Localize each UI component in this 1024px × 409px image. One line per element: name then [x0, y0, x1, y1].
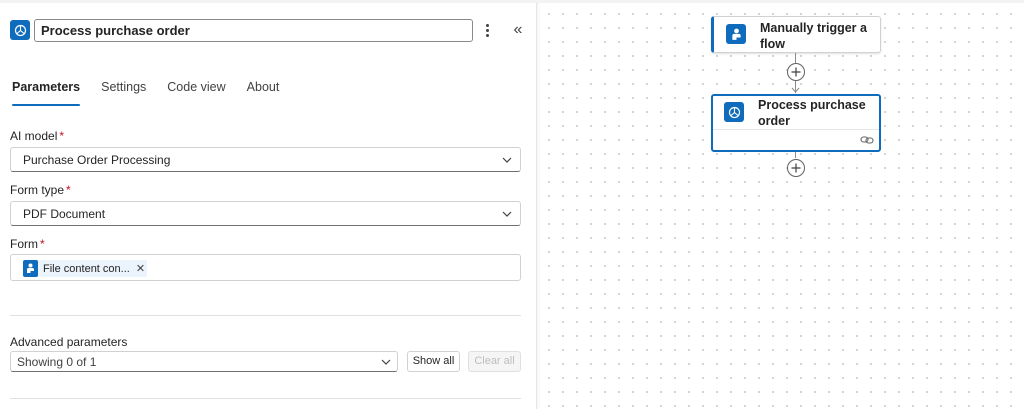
advanced-parameters-dropdown[interactable]: Showing 0 of 1 — [10, 351, 398, 372]
plus-icon — [791, 163, 801, 173]
add-step-button[interactable] — [787, 159, 805, 177]
advanced-parameters-value: Showing 0 of 1 — [17, 355, 97, 369]
chevron-down-icon — [502, 157, 512, 163]
form-label: Form * — [10, 237, 45, 251]
person-trigger-icon — [726, 24, 746, 44]
arrow-down-icon — [791, 87, 800, 93]
action-config-panel: Process purchase order « Parameters Sett… — [0, 0, 537, 409]
tab-parameters[interactable]: Parameters — [12, 80, 81, 106]
link-icon[interactable] — [860, 134, 874, 146]
file-content-token[interactable]: File content con... ✕ — [23, 260, 147, 277]
action-title-input[interactable]: Process purchase order — [34, 19, 473, 42]
trigger-node-title: Manually trigger a flow — [760, 21, 867, 51]
tab-settings[interactable]: Settings — [101, 80, 146, 106]
connector-line — [795, 53, 796, 63]
person-trigger-icon — [23, 260, 38, 277]
token-label: File content con... — [43, 262, 130, 275]
ai-model-label: AI model * — [10, 129, 65, 143]
required-asterisk: * — [40, 237, 45, 251]
ai-builder-icon — [724, 102, 744, 122]
flow-canvas[interactable] — [537, 3, 1024, 409]
chevron-down-icon — [502, 211, 512, 217]
plus-icon — [791, 67, 801, 77]
tab-code-view[interactable]: Code view — [167, 80, 225, 106]
more-options-icon[interactable] — [480, 20, 494, 40]
remove-token-icon[interactable]: ✕ — [136, 262, 145, 275]
show-all-button[interactable]: Show all — [407, 351, 460, 372]
trigger-node[interactable]: Manually trigger a flow — [711, 16, 881, 53]
clear-all-button[interactable]: Clear all — [468, 351, 521, 372]
required-asterisk: * — [59, 129, 65, 143]
process-purchase-order-node[interactable]: Process purchase order — [711, 94, 881, 152]
collapse-panel-icon[interactable]: « — [510, 19, 526, 41]
form-type-dropdown[interactable]: PDF Document — [10, 201, 521, 226]
section-divider — [10, 398, 521, 399]
connector-line — [795, 152, 796, 158]
tab-about[interactable]: About — [247, 80, 280, 106]
panel-tabs: Parameters Settings Code view About — [12, 80, 300, 106]
ai-builder-icon — [10, 20, 30, 40]
add-step-button[interactable] — [787, 63, 805, 81]
action-node-title: Process purchase order — [758, 98, 866, 128]
window-top-border — [0, 0, 1024, 3]
node-footer — [713, 129, 879, 150]
required-asterisk: * — [66, 183, 71, 197]
chevron-down-icon — [381, 359, 391, 365]
ai-model-dropdown[interactable]: Purchase Order Processing — [10, 147, 521, 172]
ai-model-value: Purchase Order Processing — [23, 153, 171, 167]
form-input[interactable]: File content con... ✕ — [10, 254, 521, 281]
form-type-value: PDF Document — [23, 207, 106, 221]
section-divider — [10, 315, 521, 316]
form-type-label: Form type * — [10, 183, 71, 197]
advanced-parameters-label: Advanced parameters — [10, 335, 128, 349]
